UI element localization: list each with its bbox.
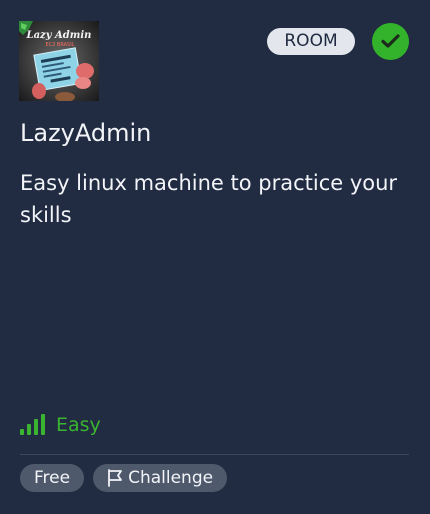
completed-badge [372,23,409,60]
svg-text:EC2 BRASIL: EC2 BRASIL [46,42,75,48]
tag-challenge[interactable]: Challenge [93,464,228,492]
room-card[interactable]: Lazy Admin EC2 BRASIL ROOM LazyAdmin Eas… [0,0,430,514]
tag-label: Challenge [128,468,214,488]
divider [20,454,409,455]
difficulty-indicator: Easy [20,412,101,438]
tag-list: Free Challenge [20,464,228,492]
svg-text:Lazy Admin: Lazy Admin [26,30,92,41]
signal-bars-icon [20,413,45,435]
tag-label: Free [34,468,71,488]
difficulty-label: Easy [56,414,101,436]
room-thumbnail[interactable]: Lazy Admin EC2 BRASIL [19,21,99,101]
tag-free[interactable]: Free [20,464,85,492]
signal-bar [41,414,45,435]
flag-icon [108,469,122,487]
room-title[interactable]: LazyAdmin [20,119,151,147]
room-description: Easy linux machine to practice your skil… [20,171,398,227]
room-type-badge: ROOM [267,28,355,55]
signal-bar [20,429,24,435]
signal-bar [34,419,38,435]
check-icon [381,34,400,48]
lazy-admin-logo-image: Lazy Admin EC2 BRASIL [19,21,99,101]
signal-bar [27,424,31,435]
